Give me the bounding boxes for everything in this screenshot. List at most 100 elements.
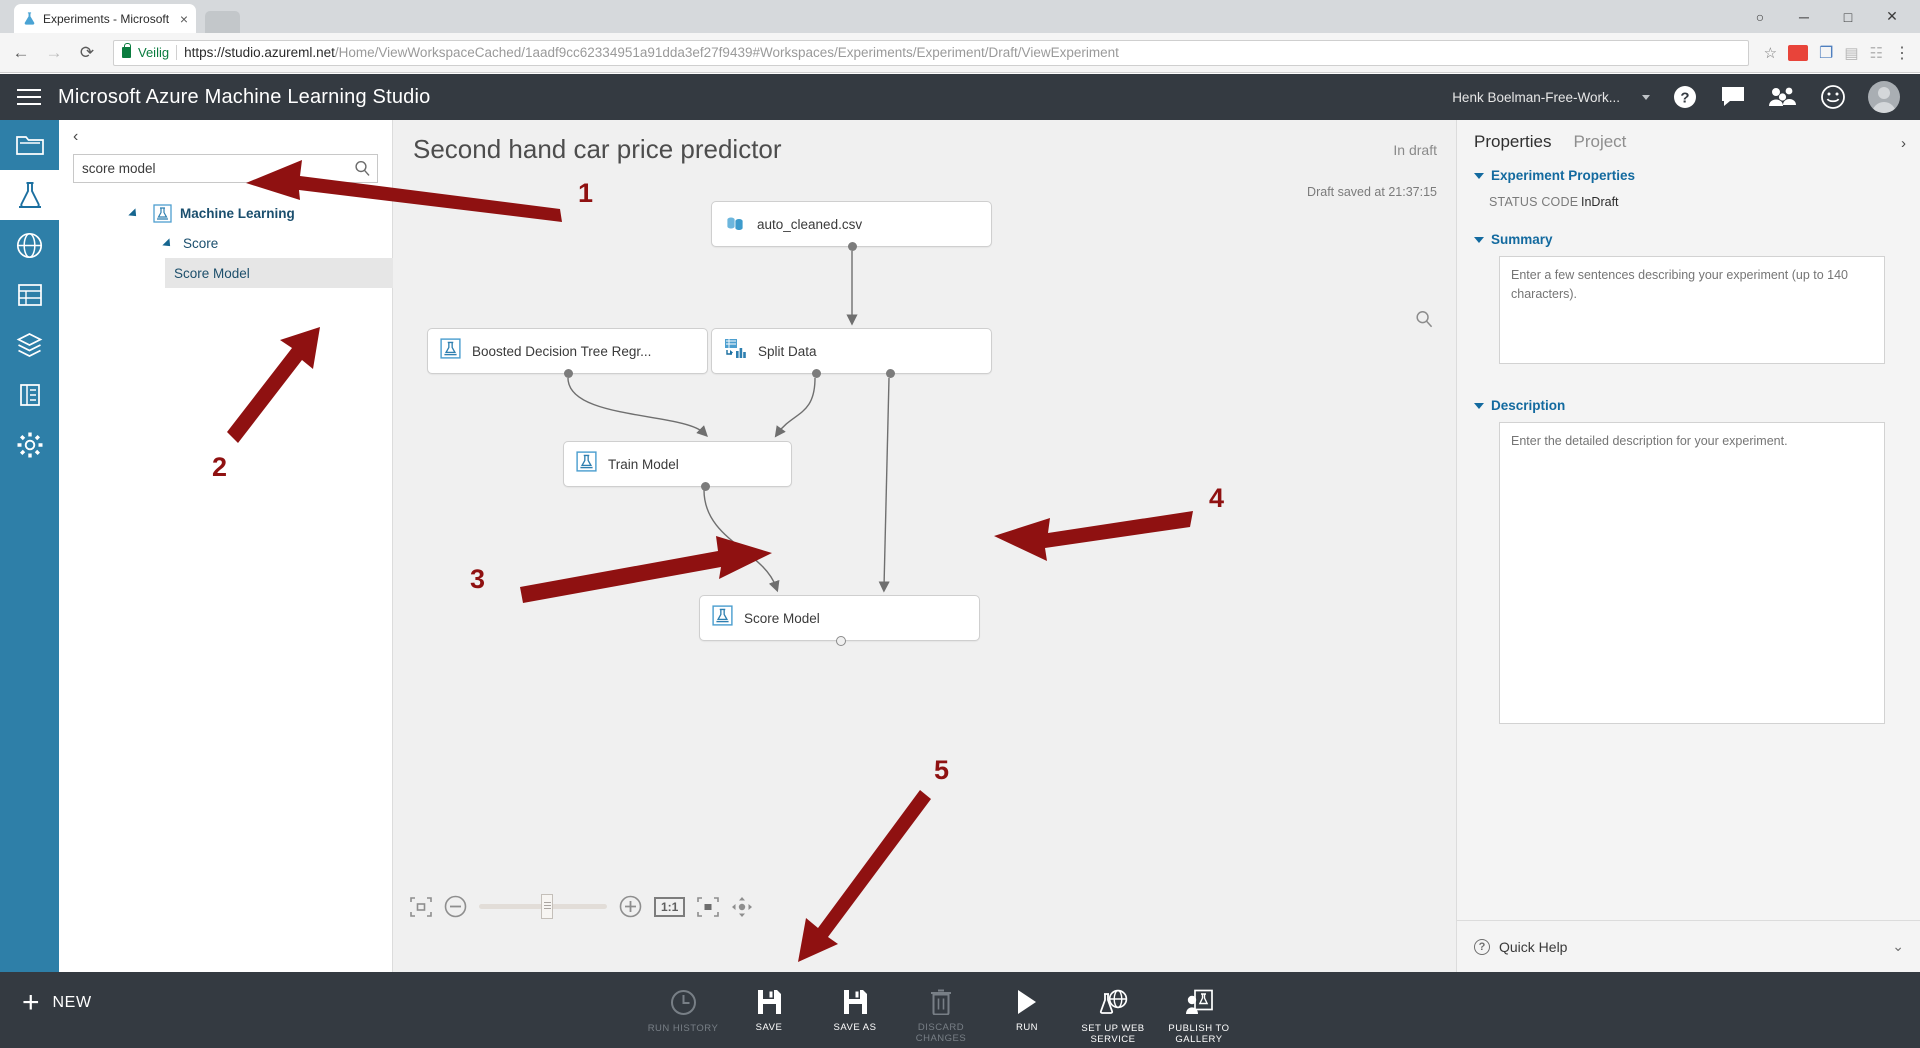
search-icon[interactable] — [347, 155, 377, 182]
quick-help-bar[interactable]: ? Quick Help ⌄ — [1457, 920, 1920, 972]
search-input[interactable] — [74, 155, 347, 182]
zoom-slider[interactable] — [479, 894, 607, 919]
help-icon[interactable]: ? — [1672, 84, 1698, 110]
save-as-button[interactable]: SAVE AS — [812, 978, 898, 1046]
output-port[interactable] — [836, 636, 846, 646]
browser-profile-icon[interactable]: ○ — [1738, 0, 1782, 33]
canvas-zoom-toolbar: 1:1 — [410, 894, 753, 919]
description-heading[interactable]: Description — [1474, 398, 1885, 413]
output-port-2[interactable] — [886, 369, 895, 378]
zoom-out-icon[interactable] — [444, 895, 467, 918]
community-icon[interactable] — [1768, 86, 1798, 108]
panel-expand-icon[interactable]: › — [1901, 135, 1906, 152]
forward-icon[interactable]: → — [43, 42, 65, 64]
palette-collapse-icon[interactable]: ‹ — [73, 128, 78, 146]
bottom-command-bar: + NEW RUN HISTORY SAVE SAVE AS DISCARD C… — [0, 972, 1920, 1048]
sidebar-item-datasets[interactable] — [0, 270, 59, 320]
section-label: Description — [1491, 398, 1566, 413]
tree-node-machine-learning[interactable]: Machine Learning — [59, 198, 393, 228]
ml-module-icon — [576, 451, 597, 477]
module-node-boosted-decision-tree[interactable]: Boosted Decision Tree Regr... — [427, 328, 708, 378]
extension-icon-2[interactable]: ❐ — [1819, 43, 1833, 63]
tab-close-icon[interactable]: × — [180, 12, 188, 26]
play-icon — [1018, 990, 1036, 1014]
address-bar[interactable]: Veilig https://studio.azureml.net/Home/V… — [113, 39, 1749, 66]
sidebar-item-projects[interactable] — [0, 120, 59, 170]
reload-icon[interactable]: ⟳ — [76, 42, 98, 64]
experiment-properties-section: Experiment Properties STATUS CODE InDraf… — [1474, 168, 1635, 209]
module-node-dataset[interactable]: auto_cleaned.csv — [711, 201, 992, 251]
sidebar-item-notebooks[interactable] — [0, 370, 59, 420]
status-code-row: STATUS CODE InDraft — [1474, 195, 1635, 209]
chevron-down-icon[interactable]: ⌄ — [1892, 938, 1904, 955]
description-section: Description — [1474, 398, 1885, 729]
run-history-button[interactable]: RUN HISTORY — [640, 978, 726, 1046]
zoom-to-selection-icon[interactable] — [697, 896, 720, 917]
module-node-split-data[interactable]: Split Data — [711, 328, 992, 378]
url-domain: https://studio.azureml.net — [184, 45, 335, 60]
zoom-slider-handle[interactable] — [541, 894, 553, 919]
summary-textarea[interactable] — [1499, 256, 1885, 364]
tab-project[interactable]: Project — [1573, 132, 1626, 152]
output-port[interactable] — [701, 482, 710, 491]
bookmark-star-icon[interactable]: ☆ — [1764, 44, 1777, 62]
back-icon[interactable]: ← — [10, 42, 32, 64]
new-button[interactable]: + NEW — [22, 988, 92, 1018]
extension-icon-4[interactable]: ☷ — [1870, 44, 1883, 62]
tab-properties[interactable]: Properties — [1474, 132, 1551, 152]
extension-icon-3[interactable]: ▤ — [1844, 44, 1858, 62]
sidebar-item-web-services[interactable] — [0, 220, 59, 270]
window-minimize-button[interactable]: ─ — [1782, 0, 1826, 33]
trash-icon — [931, 989, 951, 1015]
sidebar-item-settings[interactable] — [0, 420, 59, 470]
address-bar-url: https://studio.azureml.net/Home/ViewWork… — [184, 45, 1119, 60]
window-maximize-button[interactable]: □ — [1826, 0, 1870, 33]
experiment-properties-heading[interactable]: Experiment Properties — [1474, 168, 1635, 183]
tree-node-score[interactable]: Score — [59, 228, 393, 258]
summary-heading[interactable]: Summary — [1474, 232, 1885, 247]
window-controls: ○ ─ □ ✕ — [1738, 0, 1914, 33]
description-textarea[interactable] — [1499, 422, 1885, 724]
module-node-score-model[interactable]: Score Model — [699, 595, 980, 646]
fit-to-window-icon[interactable] — [410, 896, 432, 917]
expand-triangle-icon[interactable] — [128, 208, 140, 220]
avatar[interactable] — [1868, 81, 1900, 113]
command-label: SET UP WEB SERVICE — [1081, 1023, 1145, 1046]
experiment-canvas[interactable]: Second hand car price predictor In draft… — [393, 120, 1456, 972]
module-node-label: Boosted Decision Tree Regr... — [472, 343, 652, 359]
save-button[interactable]: SAVE — [726, 978, 812, 1046]
summary-section: Summary — [1474, 232, 1885, 369]
feedback-icon[interactable] — [1720, 86, 1746, 108]
new-tab-button[interactable] — [205, 11, 240, 33]
search-box[interactable] — [73, 154, 378, 183]
sidebar-item-trained-models[interactable] — [0, 320, 59, 370]
chevron-down-icon[interactable] — [1642, 94, 1650, 100]
run-button[interactable]: RUN — [984, 978, 1070, 1046]
module-node-train-model[interactable]: Train Model — [563, 441, 792, 491]
browser-menu-icon[interactable]: ⋮ — [1894, 43, 1910, 63]
app-title: Microsoft Azure Machine Learning Studio — [58, 85, 431, 108]
expand-triangle-icon[interactable] — [162, 238, 174, 250]
command-label: PUBLISH TO GALLERY — [1168, 1023, 1230, 1046]
sidebar-item-experiments[interactable] — [0, 170, 59, 220]
collapse-triangle-icon[interactable] — [1474, 172, 1484, 179]
set-up-web-service-button[interactable]: SET UP WEB SERVICE — [1070, 978, 1156, 1046]
output-port-1[interactable] — [812, 369, 821, 378]
pan-icon[interactable] — [731, 896, 753, 918]
zoom-in-icon[interactable] — [619, 895, 642, 918]
browser-tab[interactable]: Experiments - Microsoft × — [14, 4, 196, 33]
collapse-triangle-icon[interactable] — [1474, 236, 1484, 243]
publish-to-gallery-button[interactable]: PUBLISH TO GALLERY — [1156, 978, 1242, 1046]
output-port[interactable] — [848, 242, 857, 251]
discard-changes-button[interactable]: DISCARD CHANGES — [898, 978, 984, 1046]
canvas-search-icon[interactable] — [1415, 310, 1434, 334]
extension-icon-1[interactable] — [1788, 44, 1809, 61]
header-actions: Henk Boelman-Free-Work... ? — [1452, 81, 1920, 113]
account-name[interactable]: Henk Boelman-Free-Work... — [1452, 90, 1620, 105]
actual-size-button[interactable]: 1:1 — [654, 896, 686, 917]
window-close-button[interactable]: ✕ — [1870, 0, 1914, 33]
collapse-triangle-icon[interactable] — [1474, 402, 1484, 409]
smiley-icon[interactable] — [1820, 84, 1846, 110]
hamburger-menu-icon[interactable] — [0, 74, 58, 120]
output-port[interactable] — [564, 369, 573, 378]
